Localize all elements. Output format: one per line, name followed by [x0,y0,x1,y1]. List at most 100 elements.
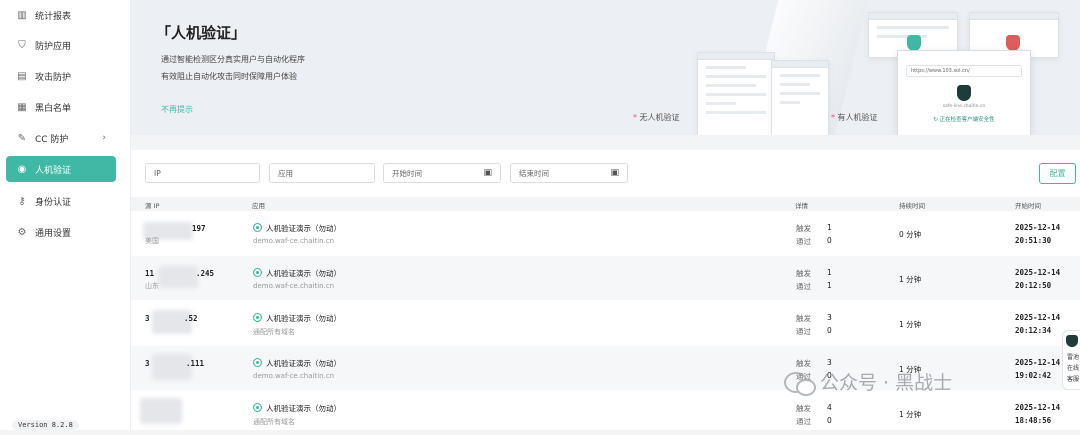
sidebar-item-identity-auth[interactable]: ⚷ 身份认证 [6,188,116,214]
table-header [131,197,1080,211]
key-icon: ⚷ [18,195,26,207]
column-header-detail: 详情 [795,202,808,210]
app-name-link[interactable]: 人机验证演示（勿动） [266,223,341,234]
column-header-start-time: 开始时间 [1015,202,1041,210]
column-header-source-ip: 源 IP [145,202,160,210]
mock-site-panel [771,60,829,135]
start-time: 20:12:34 [1015,326,1052,335]
mock-site-without-verification [697,52,775,135]
app-domain: demo.waf-ce.chaitin.cn [253,282,335,290]
start-time-placeholder: 开始时间 [392,168,422,178]
sidebar-item-label: CC 防护 [35,134,69,145]
app-icon [253,268,262,277]
app-name-link[interactable]: 人机验证演示（勿动） [266,358,341,369]
mock-status-text: ↻ 正在检查客户端安全性 [933,117,995,123]
sidebar-item-attack-protection[interactable]: ▤ 攻击防护 [6,63,116,89]
trigger-label: 触发 [796,269,811,278]
duration: 0 分钟 [899,230,922,239]
intro-banner: 「人机验证」 通过智能检测区分真实用户与自动化程序 有效阻止自动化攻击同时保障用… [131,0,1080,135]
sidebar-item-label: 身份认证 [35,197,72,208]
start-time: 20:12:50 [1015,281,1052,290]
wechat-icon [784,370,816,396]
support-widget[interactable]: 雷池 在线 客服 [1062,330,1080,390]
version-label: Version 8.2.8 [12,420,79,430]
sidebar-item-black-white-list[interactable]: ▦ 黑白名单 [6,94,116,120]
banner-title: 「人机验证」 [156,24,247,42]
column-header-duration: 持续时间 [899,202,925,210]
app-icon [253,223,262,232]
pass-count: 0 [827,326,832,335]
start-date: 2025-12-14 [1015,358,1061,367]
trigger-label: 触发 [796,404,811,413]
ip-placeholder: IP [154,168,161,178]
sidebar-item-label: 防护应用 [35,41,72,52]
sidebar: ▥ 统计报表 ⛉ 防护应用 ▤ 攻击防护 ▦ 黑白名单 ✎ CC 防护 › ◉ … [0,0,131,430]
safeline-logo-icon [957,85,971,101]
loading-icon: ↻ [933,117,938,123]
banner-description-1: 通过智能检测区分真实用户与自动化程序 [161,55,305,64]
mock-url-bar: https://www.103.sol.cn/ [906,65,1022,77]
app-domain: demo.waf-ce.chaitin.cn [253,237,335,245]
ip-region: 美国 [145,237,159,245]
trigger-label: 触发 [796,314,811,323]
watermark-text: 公众号 · 黑战士 [820,372,953,394]
start-time: 19:02:42 [1015,371,1052,380]
start-time: 18:48:56 [1015,416,1052,425]
start-date: 2025-12-14 [1015,403,1061,412]
app-icon [253,403,262,412]
start-time: 20:51:30 [1015,236,1052,245]
app-domain: demo.waf-ce.chaitin.cn [253,372,335,380]
pass-count: 1 [827,281,832,290]
ip-region: 山东 [145,282,159,290]
pass-label: 通过 [796,327,811,336]
bar-chart-icon: ▥ [17,9,27,21]
start-time-picker[interactable]: 开始时间 ▣ [383,163,501,183]
support-line-2: 在线 [1067,365,1080,372]
app-filter-input[interactable]: 应用 [269,163,375,183]
app-name-link[interactable]: 人机验证演示（勿动） [266,268,341,279]
trigger-count: 3 [827,358,832,367]
sidebar-item-label: 通用设置 [35,228,72,239]
wechat-watermark: 公众号 · 黑战士 [784,368,953,396]
sidebar-item-statistics[interactable]: ▥ 统计报表 [6,2,116,28]
sidebar-item-protected-apps[interactable]: ⛉ 防护应用 [6,32,116,58]
start-date: 2025-12-14 [1015,313,1061,322]
source-ip-tail: .52 [184,314,198,323]
support-line-1: 雷池 [1067,354,1080,361]
app-name-link[interactable]: 人机验证演示（勿动） [266,313,341,324]
trigger-count: 4 [827,403,832,412]
attack-log-icon: ▤ [17,70,27,82]
sidebar-item-general-settings[interactable]: ⚙ 通用设置 [6,219,116,245]
end-time-picker[interactable]: 结束时间 ▣ [510,163,628,183]
app-domain: 通配所有域名 [253,328,295,336]
support-line-3: 客服 [1067,376,1080,383]
duration: 1 分钟 [899,320,922,329]
end-time-placeholder: 结束时间 [519,168,549,178]
config-button[interactable]: 配置 [1039,163,1076,184]
caption-with-verification: * 有人机验证 [831,113,878,122]
redacted-ip-mask [158,266,198,288]
pass-count: 0 [827,416,832,425]
app-icon [253,313,262,322]
gear-icon: ⚙ [17,226,27,238]
redacted-ip-mask [140,398,182,424]
app-name-link[interactable]: 人机验证演示（勿动） [266,403,341,414]
source-ip-tail: .111 [186,359,205,368]
robot-icon: ◉ [17,163,27,175]
source-ip: 197 [192,224,206,233]
sidebar-item-human-verification[interactable]: ◉ 人机验证 [6,156,116,182]
pass-label: 通过 [796,282,811,291]
ip-filter-input[interactable]: IP [145,163,260,183]
sidebar-item-cc-protection[interactable]: ✎ CC 防护 › [6,125,116,151]
pass-label: 通过 [796,417,811,426]
pass-count: 0 [827,236,832,245]
wrench-icon: ✎ [17,132,27,144]
app-placeholder: 应用 [278,168,293,178]
source-ip: 11 [145,269,155,278]
sidebar-item-label: 统计报表 [35,11,72,22]
calendar-icon: ▣ [610,168,619,178]
duration: 1 分钟 [899,275,922,284]
start-date: 2025-12-14 [1015,223,1061,232]
dismiss-banner-link[interactable]: 不再提示 [161,104,193,115]
calendar-icon: ▣ [483,168,492,178]
